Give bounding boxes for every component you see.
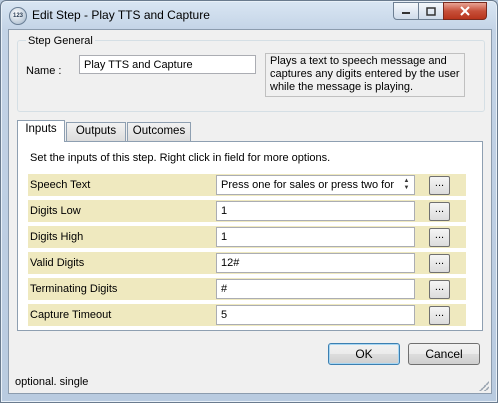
name-input[interactable]: Play TTS and Capture bbox=[79, 55, 256, 74]
window-title: Edit Step - Play TTS and Capture bbox=[32, 8, 210, 22]
minimize-button[interactable] bbox=[393, 2, 419, 20]
dialog-window: 123 Edit Step - Play TTS and Capture Ste… bbox=[0, 0, 498, 403]
capture-timeout-options-button[interactable]: ... bbox=[429, 306, 450, 325]
terminating-digits-options-button[interactable]: ... bbox=[429, 280, 450, 299]
input-row-capture-timeout: Capture Timeout 5 ... bbox=[28, 304, 466, 326]
speech-text-input[interactable]: Press one for sales or press two for ▲ ▼ bbox=[216, 175, 415, 195]
capture-timeout-input[interactable]: 5 bbox=[216, 305, 415, 325]
app-icon: 123 bbox=[9, 7, 27, 25]
row-label: Digits High bbox=[30, 231, 84, 243]
input-row-valid-digits: Valid Digits 12# ... bbox=[28, 252, 466, 274]
valid-digits-options-button[interactable]: ... bbox=[429, 254, 450, 273]
digits-low-input[interactable]: 1 bbox=[216, 201, 415, 221]
input-row-terminating-digits: Terminating Digits # ... bbox=[28, 278, 466, 300]
valid-digits-input[interactable]: 12# bbox=[216, 253, 415, 273]
tab-outputs[interactable]: Outputs bbox=[66, 122, 126, 141]
tab-inputs[interactable]: Inputs bbox=[17, 120, 65, 142]
row-value: Press one for sales or press two for bbox=[221, 179, 395, 191]
ok-button[interactable]: OK bbox=[328, 343, 400, 365]
scroll-arrows-icon[interactable]: ▲ ▼ bbox=[401, 178, 412, 192]
close-button[interactable] bbox=[443, 2, 487, 20]
row-label: Terminating Digits bbox=[30, 283, 118, 295]
digits-low-options-button[interactable]: ... bbox=[429, 202, 450, 221]
input-row-digits-low: Digits Low 1 ... bbox=[28, 200, 466, 222]
title-bar[interactable]: 123 Edit Step - Play TTS and Capture bbox=[1, 1, 497, 29]
group-label: Step General bbox=[26, 35, 95, 47]
maximize-icon bbox=[426, 6, 436, 16]
inputs-panel: Set the inputs of this step. Right click… bbox=[17, 141, 483, 331]
input-row-speech-text: Speech Text Press one for sales or press… bbox=[28, 174, 466, 196]
terminating-digits-input[interactable]: # bbox=[216, 279, 415, 299]
panel-hint: Set the inputs of this step. Right click… bbox=[30, 152, 331, 164]
row-label: Speech Text bbox=[30, 179, 91, 191]
row-label: Capture Timeout bbox=[30, 309, 112, 321]
cancel-button[interactable]: Cancel bbox=[408, 343, 480, 365]
digits-high-input[interactable]: 1 bbox=[216, 227, 415, 247]
step-general-group: Step General Name : Play TTS and Capture… bbox=[17, 35, 485, 112]
step-description: Plays a text to speech message and captu… bbox=[265, 53, 465, 97]
status-bar: optional. single bbox=[8, 373, 492, 394]
tab-outcomes[interactable]: Outcomes bbox=[127, 122, 191, 141]
speech-text-options-button[interactable]: ... bbox=[429, 176, 450, 195]
dialog-client: Step General Name : Play TTS and Capture… bbox=[8, 29, 492, 375]
row-label: Digits Low bbox=[30, 205, 81, 217]
resize-grip-icon[interactable] bbox=[479, 381, 489, 391]
close-icon bbox=[460, 6, 470, 16]
minimize-icon bbox=[402, 12, 410, 14]
name-label: Name : bbox=[26, 65, 62, 77]
row-label: Valid Digits bbox=[30, 257, 85, 269]
maximize-button[interactable] bbox=[418, 2, 444, 20]
status-text: optional. single bbox=[15, 376, 89, 388]
input-row-digits-high: Digits High 1 ... bbox=[28, 226, 466, 248]
digits-high-options-button[interactable]: ... bbox=[429, 228, 450, 247]
